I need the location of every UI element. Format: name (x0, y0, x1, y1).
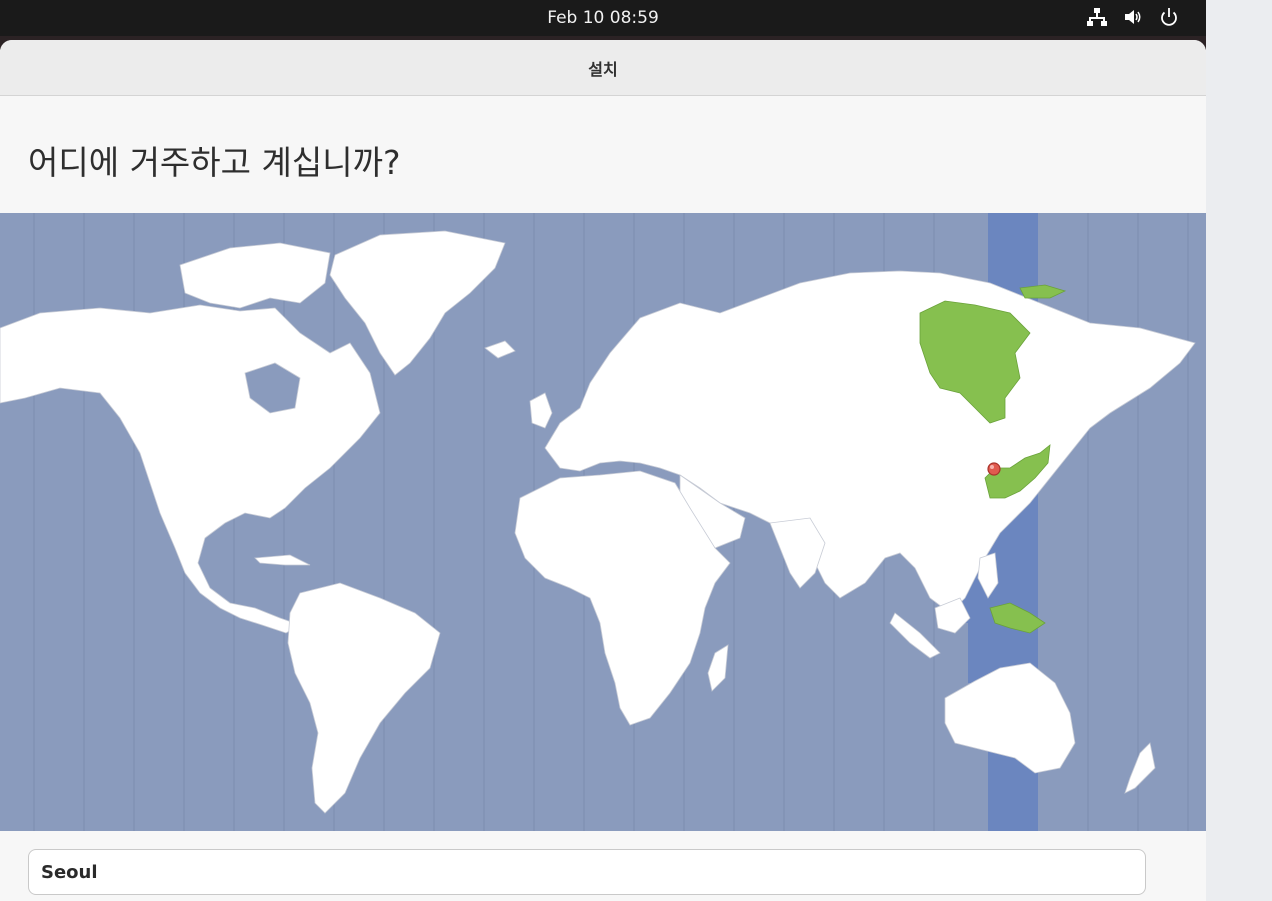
window-title: 설치 (588, 59, 618, 79)
clock[interactable]: Feb 10 08:59 (0, 8, 1206, 28)
power-icon[interactable] (1158, 6, 1180, 28)
page-title: 어디에 거주하고 계십니까? (28, 143, 401, 182)
system-tray[interactable] (1086, 6, 1180, 28)
selected-location-marker (987, 462, 1001, 476)
timezone-city-input[interactable] (28, 849, 1146, 895)
volume-icon[interactable] (1122, 6, 1144, 28)
heading-area: 어디에 거주하고 계십니까? (0, 96, 1206, 213)
network-icon[interactable] (1086, 6, 1108, 28)
timezone-map[interactable] (0, 213, 1206, 831)
top-bar: Feb 10 08:59 (0, 0, 1206, 36)
window-titlebar[interactable]: 설치 (0, 40, 1206, 96)
city-selector-area (0, 831, 1206, 901)
installer-window: 설치 어디에 거주하고 계십니까? (0, 40, 1206, 901)
